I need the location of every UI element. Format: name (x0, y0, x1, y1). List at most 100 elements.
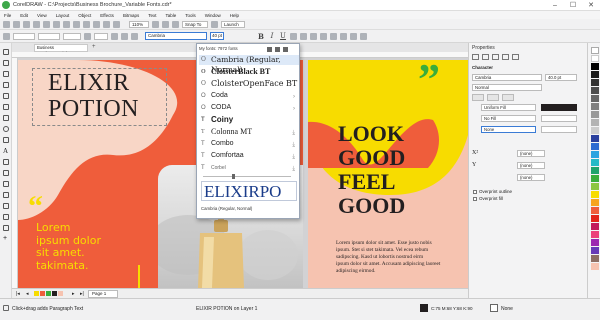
ellipse-tool-icon[interactable] (3, 126, 9, 132)
swatch-none[interactable] (591, 47, 599, 54)
elixir-potion-heading[interactable]: ELIXIR POTION (48, 70, 139, 122)
swatch-cyan[interactable] (591, 159, 599, 166)
lorem-text-right[interactable]: Lorem ipsum dolor sit amet. Esse justo n… (336, 240, 468, 275)
smart-fill-icon[interactable] (3, 225, 9, 231)
font-item-cloisteropenface[interactable]: O CloisterOpenFace BT (199, 79, 299, 89)
outline-tab-icon[interactable] (472, 54, 479, 60)
font-size-field[interactable]: 40 pt (210, 32, 224, 40)
menu-table[interactable]: Table (165, 13, 176, 18)
page-tab[interactable]: Page 1 (88, 290, 118, 298)
download-icon[interactable]: ⤓ (292, 164, 295, 174)
menu-bitmaps[interactable]: Bitmaps (123, 13, 139, 18)
swatch-black[interactable] (591, 63, 599, 70)
fill-tab-icon[interactable] (482, 54, 489, 60)
swatch-yellow[interactable] (591, 191, 599, 198)
paragraph-tab-icon[interactable] (512, 54, 519, 60)
swatch-red[interactable] (591, 215, 599, 222)
prop-style-field[interactable]: Normal (472, 84, 542, 91)
mirror-v-icon[interactable] (121, 32, 128, 40)
prop-option-3[interactable]: (none) (517, 174, 545, 181)
edit-text-icon[interactable] (340, 32, 347, 40)
character-tab-icon[interactable] (502, 54, 509, 60)
redo-icon[interactable] (83, 20, 90, 28)
swatch-lime[interactable] (591, 183, 599, 190)
swatch-gray-60[interactable] (591, 95, 599, 102)
minimize-button[interactable]: – (546, 0, 564, 11)
numbering-icon[interactable] (310, 32, 317, 40)
look-good-heading[interactable]: LOOK GOOD FEEL GOOD (338, 122, 405, 218)
swatch-blue[interactable] (591, 143, 599, 150)
font-list-field[interactable]: Cambria (145, 32, 207, 40)
x-position-field[interactable] (13, 32, 35, 40)
transparency-tab-icon[interactable] (492, 54, 499, 60)
swatch-sky[interactable] (591, 151, 599, 158)
font-item-coiny[interactable]: T Coiny (199, 115, 299, 125)
doc-swatch-peach[interactable] (58, 291, 63, 296)
font-list-dropdown[interactable]: My fonts: 7972 fonts O Cambria (Regular,… (196, 43, 300, 219)
swatch-navy[interactable] (591, 135, 599, 142)
options-icon[interactable] (211, 20, 218, 28)
prop-strikethrough-icon[interactable] (487, 94, 499, 101)
swatch-orange[interactable] (591, 199, 599, 206)
prop-overline-icon[interactable] (502, 94, 514, 101)
next-page-icon[interactable]: ▸ (72, 291, 75, 297)
maximize-button[interactable]: ☐ (564, 0, 582, 11)
menu-object[interactable]: Object (78, 13, 91, 18)
swatch-gray-40[interactable] (591, 111, 599, 118)
lock-ratio-icon[interactable] (84, 32, 91, 40)
prop-font-field[interactable]: Cambria (472, 74, 542, 81)
font-item-cloisterblack[interactable]: O CloisterBlack BT (199, 67, 299, 77)
width-field[interactable] (38, 32, 60, 40)
text-properties-icon[interactable] (330, 32, 337, 40)
italic-button[interactable]: I (268, 32, 276, 40)
prev-page-icon[interactable]: ◂ (26, 291, 29, 297)
bold-button[interactable]: B (257, 32, 265, 41)
rectangle-tool-icon[interactable] (3, 115, 9, 121)
underline-button[interactable]: U (279, 32, 287, 40)
overprint-fill-checkbox[interactable] (473, 197, 477, 201)
brochure-page-right[interactable]: ” LOOK GOOD FEEL GOOD Lorem ipsum dolor … (308, 60, 468, 288)
font-item-comfortaa[interactable]: T Comfortaa ⤓ (199, 151, 299, 161)
swatch-gray-20[interactable] (591, 127, 599, 134)
parallel-dimension-icon[interactable] (3, 159, 9, 165)
rulers-icon[interactable] (162, 20, 169, 28)
doc-swatch-green[interactable] (46, 291, 51, 296)
export-icon[interactable] (103, 20, 110, 28)
transparency-icon[interactable] (3, 192, 9, 198)
swatch-gray-90[interactable] (591, 71, 599, 78)
lorem-text-left[interactable]: Lorem ipsum dolor sit amet. takimata. (36, 221, 101, 272)
fill-color-swatch-2[interactable] (541, 115, 577, 122)
bullets-icon[interactable] (300, 32, 307, 40)
add-tab-icon[interactable]: + (92, 44, 96, 50)
menu-help[interactable]: Help (230, 13, 239, 18)
menu-tools[interactable]: Tools (185, 13, 196, 18)
text-frame-icon[interactable] (131, 32, 138, 40)
menu-edit[interactable]: Edit (20, 13, 28, 18)
prop-size-field[interactable]: 40.0 pt (545, 74, 577, 81)
menu-window[interactable]: Window (205, 13, 221, 18)
font-item-combo[interactable]: T Combo ⤓ (199, 139, 299, 149)
print-icon[interactable] (33, 20, 40, 28)
fullscreen-icon[interactable] (152, 20, 159, 28)
font-item-coda-caps[interactable]: O CODA › (199, 103, 299, 113)
menu-file[interactable]: File (4, 13, 11, 18)
swatch-violet[interactable] (591, 247, 599, 254)
freehand-tool-icon[interactable] (3, 93, 9, 99)
connector-tool-icon[interactable] (3, 170, 9, 176)
font-item-corbel[interactable]: T Corbel ⤓ (199, 163, 299, 173)
launch-dropdown[interactable]: Launch (221, 20, 245, 28)
more-icon[interactable] (283, 46, 288, 52)
font-item-cambria[interactable]: O Cambria (Regular, Normal) (199, 55, 299, 74)
settings-icon[interactable] (275, 46, 280, 52)
copy-icon[interactable] (53, 20, 60, 28)
swatch-gray-70[interactable] (591, 87, 599, 94)
publish-icon[interactable] (113, 20, 120, 28)
menu-layout[interactable]: Layout (56, 13, 70, 18)
drop-shadow-icon[interactable] (3, 181, 9, 187)
open-icon[interactable] (13, 20, 20, 28)
slider-thumb[interactable] (232, 174, 235, 179)
prop-fill-type-1[interactable]: Uniform Fill (481, 104, 536, 111)
swatch-gray-30[interactable] (591, 119, 599, 126)
download-icon[interactable]: ⤓ (292, 128, 295, 138)
swatch-crimson[interactable] (591, 223, 599, 230)
